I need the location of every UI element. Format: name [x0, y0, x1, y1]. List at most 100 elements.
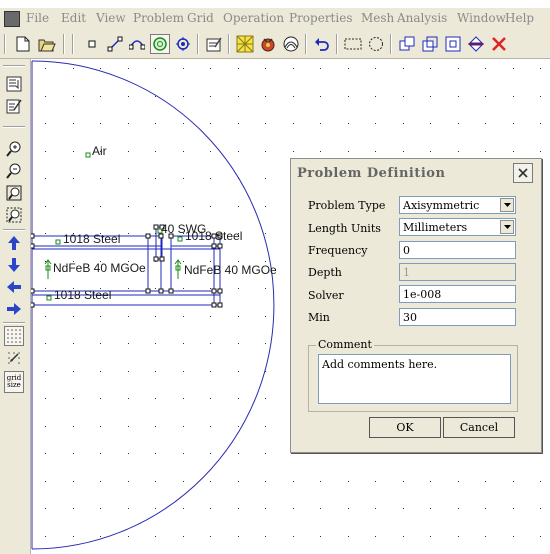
move-icon[interactable]: [420, 34, 440, 54]
show-grid-icon[interactable]: [4, 326, 24, 346]
cancel-button[interactable]: Cancel: [443, 417, 515, 438]
node-point: [153, 256, 159, 262]
node-point: [31, 288, 35, 294]
solver-input[interactable]: 1e-008: [399, 285, 516, 303]
node-point: [145, 233, 151, 239]
ok-button[interactable]: OK: [369, 417, 441, 438]
label-steel-bottom[interactable]: 1018 Steel: [54, 288, 111, 302]
close-button[interactable]: [513, 163, 533, 183]
block-label-marker: [46, 295, 52, 301]
grid-size-label: grid size: [6, 374, 22, 389]
toolbar-separator: [63, 34, 65, 54]
toolbar-separator: [305, 34, 307, 54]
pan-left-icon[interactable]: [4, 277, 24, 297]
length-units-label: Length Units: [308, 222, 381, 235]
select-circle-icon[interactable]: [366, 34, 386, 54]
zoom-out-icon[interactable]: [4, 161, 24, 181]
frequency-label: Frequency: [308, 244, 368, 257]
run-icon[interactable]: [258, 34, 278, 54]
comment-group: Comment Add comments here.: [308, 338, 518, 412]
toolbar-separator: [197, 34, 199, 54]
toolbar-separator: [72, 34, 74, 54]
left-toolbar-separator: [3, 65, 25, 67]
edit-icon[interactable]: [4, 96, 24, 116]
comment-textarea[interactable]: Add comments here.: [318, 354, 511, 404]
node-point: [31, 302, 35, 308]
scale-icon[interactable]: [443, 34, 463, 54]
menu-mesh[interactable]: Mesh: [361, 11, 394, 25]
grid-size-button[interactable]: grid size: [4, 371, 24, 393]
mirror-icon[interactable]: [466, 34, 486, 54]
min-input[interactable]: 30: [399, 308, 516, 326]
menu-problem[interactable]: Problem: [133, 11, 184, 25]
app-icon[interactable]: [4, 11, 20, 27]
label-air[interactable]: Air: [92, 144, 107, 158]
pan-up-icon[interactable]: [4, 233, 24, 253]
node-icon[interactable]: [82, 34, 102, 54]
menu-window[interactable]: Window: [457, 11, 506, 25]
undo-icon[interactable]: [312, 34, 332, 54]
node-point: [31, 233, 35, 239]
menu-file[interactable]: File: [26, 11, 49, 25]
zoom-extents-icon[interactable]: [4, 183, 24, 203]
select-rect-icon[interactable]: [343, 34, 363, 54]
delete-icon[interactable]: [489, 34, 509, 54]
toolbar-separator: [336, 34, 338, 54]
node-point: [217, 302, 223, 308]
open-icon[interactable]: [37, 34, 57, 54]
left-toolbar-separator: [3, 322, 25, 324]
close-icon: [518, 168, 528, 178]
comment-legend: Comment: [316, 338, 374, 351]
view-results-icon[interactable]: [281, 34, 301, 54]
pan-right-icon[interactable]: [4, 299, 24, 319]
node-point: [211, 243, 217, 249]
depth-label: Depth: [308, 266, 342, 279]
node-point: [217, 243, 223, 249]
node-point: [153, 224, 159, 230]
length-units-value: Millimeters: [403, 221, 468, 234]
menu-properties[interactable]: Properties: [289, 11, 352, 25]
block-label-marker: [85, 152, 91, 158]
menu-operation[interactable]: Operation: [223, 11, 284, 25]
menu-analysis[interactable]: Analysis: [397, 11, 447, 25]
copy-icon[interactable]: [397, 34, 417, 54]
group-icon[interactable]: [173, 34, 193, 54]
menu-help[interactable]: Help: [505, 11, 534, 25]
dialog-title-bar[interactable]: Problem Definition: [291, 159, 541, 187]
block-label-icon[interactable]: [150, 34, 170, 54]
node-point: [158, 288, 164, 294]
min-label: Min: [308, 311, 330, 324]
menu-view[interactable]: View: [96, 11, 126, 25]
zoom-in-icon[interactable]: [4, 139, 24, 159]
node-point: [31, 243, 35, 249]
block-label-marker: [177, 236, 183, 242]
toolbar-separator: [4, 34, 6, 54]
edit-props-icon[interactable]: [204, 34, 224, 54]
node-point: [168, 288, 174, 294]
label-40-swg[interactable]: 40 SWG: [161, 222, 206, 236]
label-steel-top[interactable]: 1018 Steel: [63, 232, 120, 246]
arc-icon[interactable]: [127, 34, 147, 54]
label-ndfeb-left[interactable]: NdFeB 40 MGOe: [53, 261, 146, 275]
pan-down-icon[interactable]: [4, 255, 24, 275]
menu-grid[interactable]: Grid: [187, 11, 214, 25]
problem-type-value: Axisymmetric: [403, 199, 480, 212]
segment-icon[interactable]: [105, 34, 125, 54]
mesh-icon[interactable]: [235, 34, 255, 54]
node-point: [217, 288, 223, 294]
new-icon[interactable]: [13, 34, 33, 54]
chevron-down-icon[interactable]: [500, 220, 514, 234]
length-units-select[interactable]: Millimeters: [399, 218, 516, 236]
frequency-input[interactable]: 0: [399, 241, 516, 259]
problem-type-select[interactable]: Axisymmetric: [399, 196, 516, 214]
chevron-down-icon[interactable]: [500, 198, 514, 212]
problem-definition-dialog: Problem Definition Problem Type Axisymme…: [290, 158, 542, 453]
list-icon[interactable]: [4, 74, 24, 94]
toolbar-separator: [228, 34, 230, 54]
snap-grid-icon[interactable]: [4, 348, 24, 368]
node-point: [211, 288, 217, 294]
left-toolbar-separator: [3, 229, 25, 231]
label-ndfeb-right[interactable]: NdFeB 40 MGOe: [184, 263, 277, 277]
zoom-window-icon[interactable]: [4, 205, 24, 225]
menu-edit[interactable]: Edit: [61, 11, 86, 25]
